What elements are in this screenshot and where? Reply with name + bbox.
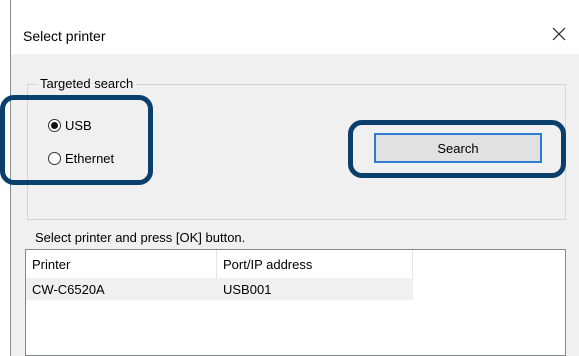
printer-cell: CW-C6520A [32,281,105,297]
targeted-search-legend: Targeted search [37,76,137,91]
close-icon[interactable] [545,20,573,48]
table-row[interactable]: CW-C6520A USB001 [26,278,413,300]
column-header-printer[interactable]: Printer [26,250,217,278]
list-header: Printer Port/IP address [26,250,566,278]
dialog-client-area: Targeted search USB Ethernet Search Sele… [0,54,579,356]
instruction-text: Select printer and press [OK] button. [35,230,246,245]
search-highlight-callout [348,120,566,178]
column-header-port[interactable]: Port/IP address [217,250,413,278]
dialog-title: Select printer [23,28,106,44]
printer-list[interactable]: Printer Port/IP address CW-C6520A USB001 [25,249,566,356]
dialog-titlebar: Select printer [11,6,579,54]
radio-highlight-callout [0,95,153,185]
port-cell: USB001 [223,281,272,297]
screenshot-frame: Select printer Targeted search USB Ether… [0,0,579,356]
